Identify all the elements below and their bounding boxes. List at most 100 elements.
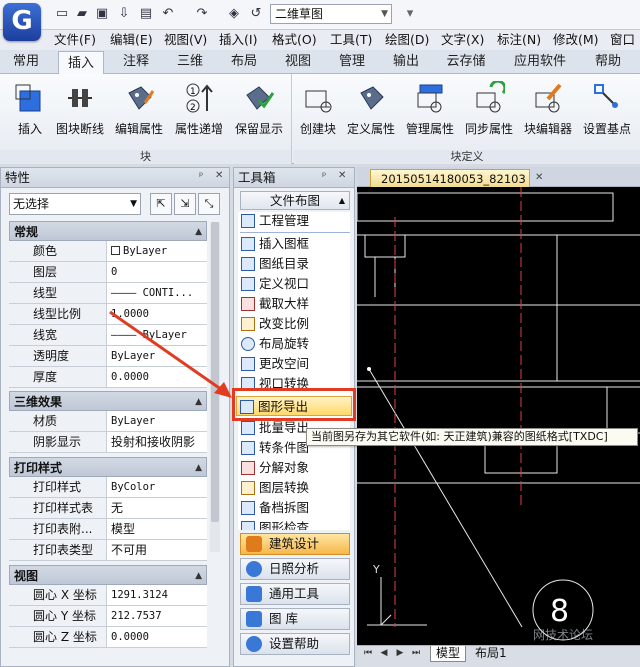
block-editor-button[interactable]: 块编辑器 [518,80,578,137]
tool-change-space[interactable]: 更改空间 [241,354,309,374]
menu-insert[interactable]: 插入(I) [219,30,257,50]
category-sunlight[interactable]: 日照分析 [240,558,350,580]
menu-draw[interactable]: 绘图(D) [385,30,429,50]
tool-layout-rotate[interactable]: 布局旋转 [241,334,309,354]
prop-row[interactable]: 线宽 ———— ByLayer [9,325,207,346]
section-plot-style[interactable]: 打印样式 ▲ [9,457,207,477]
customize-qat-icon[interactable]: ▾ [402,6,418,22]
prop-row[interactable]: 透明度 ByLayer [9,346,207,367]
layers-icon[interactable]: ◈ [226,6,242,22]
menu-tools[interactable]: 工具(T) [330,30,372,50]
toolbox-category-header[interactable]: 文件布图 ▲ [240,191,350,210]
prop-row[interactable]: 图层 0 [9,262,207,283]
tool-project-manage[interactable]: 工程管理 [241,211,309,231]
prop-row[interactable]: 打印样式 ByColor [9,477,207,498]
block-break-button[interactable]: 图块断线 [52,80,108,137]
tab-insert[interactable]: 插入 [58,51,104,75]
section-view[interactable]: 视图 ▲ [9,565,207,585]
tool-capture-detail[interactable]: 截取大样 [241,294,309,314]
tool-drawing-check[interactable]: 图形检查 [241,518,309,530]
section-general[interactable]: 常规 ▲ [9,221,207,241]
sync-attributes-button[interactable]: 同步属性 [460,80,518,137]
keep-display-button[interactable]: 保留显示 [230,80,288,137]
create-block-button[interactable]: 创建块 [296,80,340,137]
menu-file[interactable]: 文件(F) [54,30,96,50]
tab-help[interactable]: 帮助 [586,50,630,74]
pickadd-icon[interactable]: ⤡ [198,193,220,215]
prop-row[interactable]: 打印表附... 模型 [9,519,207,540]
prop-row[interactable]: 打印样式表无 [9,498,207,519]
category-library[interactable]: 图 库 [240,608,350,630]
tool-change-scale[interactable]: 改变比例 [241,314,309,334]
tab-cloud[interactable]: 云存储 [438,50,494,74]
redo-icon[interactable]: ↷ [194,6,210,22]
prop-row[interactable]: 材质 ByLayer [9,411,207,432]
prop-row[interactable]: 圆心 X 坐标 1291.3124 [9,585,207,606]
tool-archive-split[interactable]: 备档拆图 [241,498,309,518]
tool-insert-frame[interactable]: 插入图框 [241,234,309,254]
edit-attributes-button[interactable]: 编辑属性 [110,80,168,137]
close-icon[interactable]: ✕ [215,170,223,181]
close-icon[interactable]: ✕ [535,172,543,183]
tool-explode[interactable]: 分解对象 [241,458,309,478]
menu-modify[interactable]: 修改(M) [553,30,599,50]
prop-row[interactable]: 圆心 Y 坐标 212.7537 [9,606,207,627]
tool-layer-convert[interactable]: 图层转换 [241,478,309,498]
menu-window[interactable]: 窗口 [610,30,635,50]
insert-button[interactable]: 插入 [8,80,52,137]
tab-apps[interactable]: 应用软件 [506,50,574,74]
new-file-icon[interactable]: ▭ [54,6,70,22]
drawing-canvas[interactable]: Y 8 网技术论坛 [356,187,640,645]
app-logo[interactable]: G [3,3,41,41]
define-attribute-button[interactable]: 定义属性 [342,80,400,137]
category-architecture[interactable]: 建筑设计 [240,533,350,555]
prop-row[interactable]: 厚度 0.0000 [9,367,207,388]
layout-tab-model[interactable]: 模型 [430,646,467,662]
category-settings-help[interactable]: 设置帮助 [240,633,350,655]
menu-dimension[interactable]: 标注(N) [497,30,541,50]
prop-row[interactable]: 圆心 Z 坐标 0.0000 [9,627,207,648]
tab-layout[interactable]: 布局 [222,50,266,74]
tab-view[interactable]: 视图 [276,50,320,74]
pin-icon[interactable]: ᵖ [322,171,326,182]
open-folder-icon[interactable]: ▰ [74,6,90,22]
attribute-increment-button[interactable]: 12 属性递增 [170,80,228,137]
layout-tab-layout1[interactable]: 布局1 [470,646,512,662]
category-general-tools[interactable]: 通用工具 [240,583,350,605]
workspace-dropdown[interactable]: 二维草图 ▼ [270,4,392,24]
tool-batch-export[interactable]: 批量导出 [241,418,309,438]
prop-row[interactable]: 打印表类型 不可用 [9,540,207,561]
tab-annotate[interactable]: 注释 [114,50,158,74]
prop-row[interactable]: 线型 ———— CONTI... [9,283,207,304]
menu-text[interactable]: 文字(X) [441,30,484,50]
last-tab-icon[interactable]: ⏭ [410,648,422,662]
quick-select-icon[interactable]: ⇱ [150,193,172,215]
undo-icon[interactable]: ↶ [160,6,176,22]
drawing-tab[interactable]: 20150514180053_82103 [370,169,530,188]
tab-manage[interactable]: 管理 [330,50,374,74]
select-objects-icon[interactable]: ⇲ [174,193,196,215]
selection-dropdown[interactable]: 无选择 ▼ [9,193,141,215]
next-tab-icon[interactable]: ▶ [394,648,406,662]
prop-row[interactable]: 颜色 ByLayer [9,241,207,262]
manage-attributes-button[interactable]: 管理属性 [401,80,459,137]
print-icon[interactable]: ▤ [138,6,154,22]
first-tab-icon[interactable]: ⏮ [362,648,374,662]
tab-output[interactable]: 输出 [384,50,428,74]
close-icon[interactable]: ✕ [338,170,346,181]
scrollbar-thumb[interactable] [211,222,219,522]
tab-3d[interactable]: 三维 [168,50,212,74]
prev-tab-icon[interactable]: ◀ [378,648,390,662]
prop-row[interactable]: 线型比例 1.0000 [9,304,207,325]
pin-icon[interactable]: ᵖ [199,171,203,182]
section-3d-effects[interactable]: 三维效果 ▲ [9,391,207,411]
menu-view[interactable]: 视图(V) [164,30,207,50]
menu-edit[interactable]: 编辑(E) [110,30,153,50]
save-as-icon[interactable]: ⇩ [116,6,132,22]
tool-condition-drawing[interactable]: 转条件图 [241,438,309,458]
refresh-icon[interactable]: ↺ [248,6,264,22]
tool-define-viewport[interactable]: 定义视口 [241,274,309,294]
save-icon[interactable]: ▣ [94,6,110,22]
tool-drawing-catalog[interactable]: 图纸目录 [241,254,309,274]
menu-format[interactable]: 格式(O) [272,30,317,50]
